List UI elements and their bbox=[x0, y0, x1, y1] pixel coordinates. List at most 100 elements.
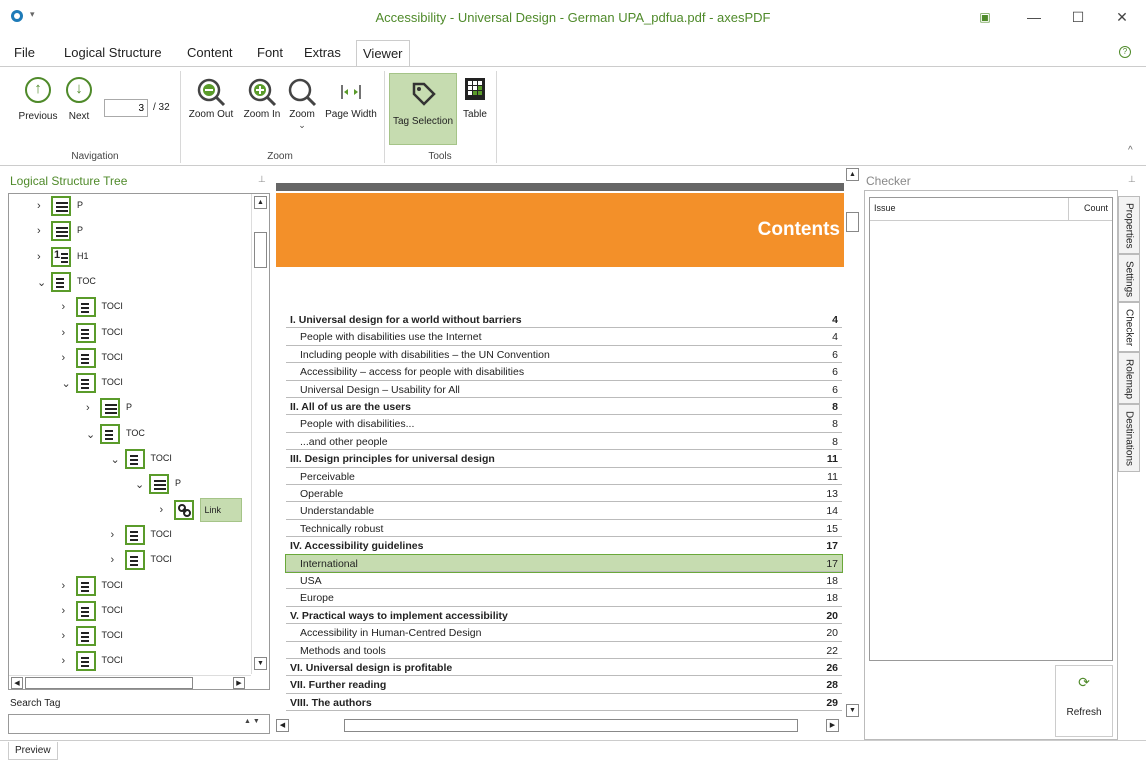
tab-viewer[interactable]: Viewer bbox=[356, 40, 410, 66]
chevron-right-icon[interactable]: › bbox=[37, 251, 47, 263]
toc-entry[interactable]: VII. Further reading 28 bbox=[286, 676, 842, 694]
tree-node[interactable]: › TOCI bbox=[9, 297, 249, 321]
toc-entry[interactable]: I. Universal design for a world without … bbox=[286, 311, 842, 329]
chevron-right-icon[interactable]: › bbox=[62, 655, 72, 667]
doc-vscroll-down[interactable]: ▼ bbox=[846, 704, 859, 717]
toc-entry[interactable]: Universal Design – Usability for All 6 bbox=[286, 381, 842, 398]
maximize-icon[interactable]: ☐ bbox=[1063, 6, 1093, 28]
chevron-right-icon[interactable]: › bbox=[62, 327, 72, 339]
scroll-left-arrow[interactable]: ◀ bbox=[276, 719, 289, 732]
tree-node[interactable]: ⌄ TOCI bbox=[9, 449, 249, 473]
chevron-right-icon[interactable]: › bbox=[37, 225, 47, 237]
scroll-thumb[interactable] bbox=[344, 719, 798, 732]
toc-entry[interactable]: II. All of us are the users 8 bbox=[286, 398, 842, 416]
toc-entry[interactable]: Technically robust 15 bbox=[286, 520, 842, 538]
toc-entry[interactable]: Understandable 14 bbox=[286, 502, 842, 520]
scroll-down-arrow[interactable]: ▼ bbox=[254, 657, 267, 670]
issue-column-header[interactable]: Issue bbox=[874, 203, 896, 213]
toc-entry[interactable]: V. Practical ways to implement accessibi… bbox=[286, 607, 842, 625]
chevron-right-icon[interactable]: › bbox=[160, 504, 170, 516]
search-spinner-icon[interactable]: ▲ ▼ bbox=[244, 718, 260, 725]
tree-node[interactable]: › P bbox=[9, 398, 249, 422]
chevron-down-icon[interactable]: ⌄ bbox=[62, 377, 72, 390]
chevron-right-icon[interactable]: › bbox=[62, 630, 72, 642]
doc-vscroll-up[interactable]: ▲ bbox=[846, 168, 859, 181]
toc-entry[interactable]: International 17 bbox=[285, 553, 843, 574]
scroll-left-arrow[interactable]: ◀ bbox=[11, 677, 23, 689]
scroll-thumb[interactable] bbox=[254, 232, 267, 268]
chevron-right-icon[interactable]: › bbox=[62, 352, 72, 364]
toc-entry[interactable]: IV. Accessibility guidelines 17 bbox=[286, 537, 842, 555]
tree-node[interactable]: › TOCI bbox=[9, 575, 249, 600]
chevron-down-icon[interactable]: ⌄ bbox=[111, 453, 121, 466]
pdf-page-view[interactable]: Contents I. Universal design for a world… bbox=[276, 183, 844, 713]
tab-font[interactable]: Font bbox=[257, 40, 283, 66]
collapse-ribbon-icon[interactable]: ^ bbox=[1128, 145, 1133, 156]
toc-entry[interactable]: Accessibility – access for people with d… bbox=[286, 363, 842, 381]
toc-entry[interactable]: VI. Universal design is profitable 26 bbox=[286, 659, 842, 677]
chevron-right-icon[interactable]: › bbox=[111, 529, 121, 541]
table-button[interactable]: Table bbox=[459, 77, 491, 120]
toc-entry[interactable]: III. Design principles for universal des… bbox=[286, 450, 842, 468]
tab-file[interactable]: File bbox=[14, 40, 35, 66]
minimize-icon[interactable]: — bbox=[1019, 6, 1049, 28]
tab-content[interactable]: Content bbox=[187, 40, 233, 66]
pin-icon[interactable]: ⊥ bbox=[258, 174, 266, 185]
tab-logical-structure[interactable]: Logical Structure bbox=[64, 40, 162, 66]
tree-node[interactable]: ⌄ TOC bbox=[9, 423, 249, 448]
next-button[interactable]: ↓ Next bbox=[62, 77, 96, 122]
scroll-up-arrow[interactable]: ▲ bbox=[254, 196, 267, 209]
toc-entry[interactable]: USA 18 bbox=[286, 572, 842, 590]
zoom-out-button[interactable]: Zoom Out bbox=[186, 77, 236, 120]
toc-entry[interactable]: VIII. The authors 29 bbox=[286, 694, 842, 712]
tree-node[interactable]: › TOCI bbox=[9, 651, 249, 675]
doc-hscrollbar[interactable]: ◀ ▶ bbox=[276, 718, 842, 734]
side-tab-checker[interactable]: Checker bbox=[1118, 302, 1140, 352]
zoom-dropdown-button[interactable]: Zoom ⌄ bbox=[287, 77, 317, 131]
chevron-down-icon[interactable]: ⌄ bbox=[37, 276, 47, 289]
toc-entry[interactable]: Europe 18 bbox=[286, 589, 842, 607]
zoom-in-button[interactable]: Zoom In bbox=[239, 77, 285, 120]
side-tab-destinations[interactable]: Destinations bbox=[1118, 404, 1140, 472]
tree-node[interactable]: › P bbox=[9, 221, 249, 245]
tag-selection-button[interactable]: Tag Selection bbox=[389, 73, 457, 145]
toc-entry[interactable]: Methods and tools 22 bbox=[286, 642, 842, 659]
tree-hscrollbar[interactable]: ◀ ▶ bbox=[9, 675, 251, 689]
toc-entry[interactable]: People with disabilities... 8 bbox=[286, 415, 842, 433]
refresh-button[interactable]: ⟳ Refresh bbox=[1055, 665, 1113, 737]
scroll-right-arrow[interactable]: ▶ bbox=[826, 719, 839, 732]
chevron-right-icon[interactable]: › bbox=[62, 580, 72, 592]
side-tab-settings[interactable]: Settings bbox=[1118, 254, 1140, 302]
previous-button[interactable]: ↑ Previous bbox=[16, 77, 60, 122]
side-tab-rolemap[interactable]: Rolemap bbox=[1118, 352, 1140, 404]
toc-entry[interactable]: Perceivable 11 bbox=[286, 468, 842, 485]
close-icon[interactable]: ✕ bbox=[1107, 6, 1137, 28]
pin-icon[interactable]: ⊥ bbox=[1128, 174, 1136, 185]
tree-node[interactable]: › TOCI bbox=[9, 322, 249, 347]
chevron-right-icon[interactable]: › bbox=[111, 554, 121, 566]
tab-extras[interactable]: Extras bbox=[304, 40, 341, 66]
chevron-right-icon[interactable]: › bbox=[62, 605, 72, 617]
tree-node[interactable]: › TOCI bbox=[9, 524, 249, 549]
tree-node[interactable]: ⌄ TOC bbox=[9, 271, 249, 296]
tree-vscrollbar[interactable]: ▲ ▼ bbox=[251, 194, 269, 674]
side-tab-properties[interactable]: Properties bbox=[1118, 196, 1140, 254]
tree-node[interactable]: ⌄ P bbox=[9, 474, 249, 498]
chevron-right-icon[interactable]: › bbox=[86, 402, 96, 414]
chevron-right-icon[interactable]: › bbox=[37, 200, 47, 212]
preview-tab[interactable]: Preview bbox=[8, 742, 58, 760]
chevron-down-icon[interactable]: ⌄ bbox=[135, 478, 145, 491]
scroll-right-arrow[interactable]: ▶ bbox=[233, 677, 245, 689]
tree-node[interactable]: › P bbox=[9, 196, 249, 220]
toc-entry[interactable]: ...and other people 8 bbox=[286, 433, 842, 451]
chevron-right-icon[interactable]: › bbox=[62, 301, 72, 313]
tree-node[interactable]: › Link bbox=[9, 497, 249, 524]
restore-icon[interactable]: ▣ bbox=[970, 6, 1000, 28]
toc-entry[interactable]: Accessibility in Human-Centred Design 20 bbox=[286, 624, 842, 642]
doc-vscroll-thumb[interactable] bbox=[846, 212, 859, 232]
toc-entry[interactable]: Including people with disabilities – the… bbox=[286, 346, 842, 364]
tree-node[interactable]: › TOCI bbox=[9, 626, 249, 650]
page-number-input[interactable] bbox=[104, 99, 148, 117]
help-icon[interactable]: ? bbox=[1119, 46, 1131, 58]
count-column-header[interactable]: Count bbox=[1084, 203, 1108, 213]
